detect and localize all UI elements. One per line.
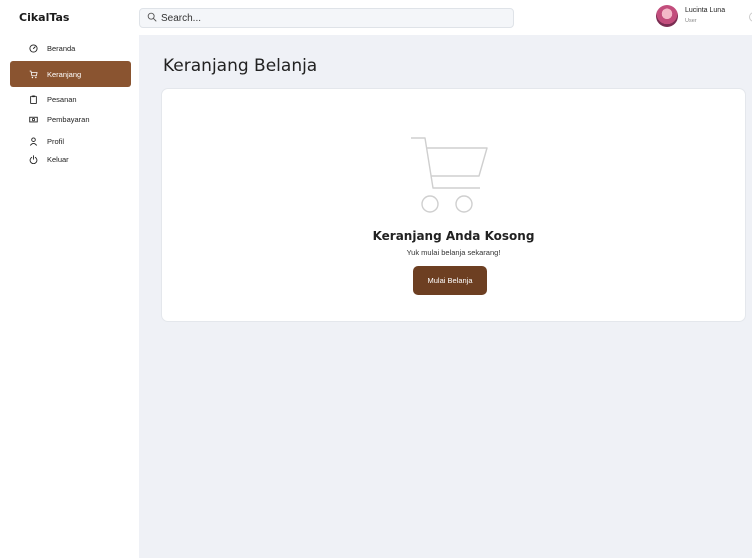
empty-cart-card: Keranjang Anda Kosong Yuk mulai belanja … [161, 88, 746, 322]
top-header: CikalTas Lucinta Luna User [0, 0, 752, 35]
sidebar-item-label: Keranjang [47, 69, 82, 79]
user-info: Lucinta Luna User [685, 6, 725, 26]
dashboard-icon [28, 43, 38, 53]
sidebar-item-keluar[interactable]: Keluar [10, 150, 131, 168]
sidebar-item-profil[interactable]: Profil [10, 132, 131, 150]
sidebar-item-label: Profil [47, 136, 65, 146]
sidebar-item-beranda[interactable]: Beranda [10, 39, 131, 57]
sidebar-item-pesanan[interactable]: Pesanan [10, 90, 131, 108]
user-role: User [685, 18, 697, 24]
user-menu[interactable]: Lucinta Luna User [656, 5, 752, 27]
search-icon [147, 9, 157, 27]
sidebar-item-label: Pesanan [47, 94, 77, 104]
sidebar-item-pembayaran[interactable]: Pembayaran [10, 110, 131, 128]
cash-icon [28, 114, 38, 124]
empty-state-title: Keranjang Anda Kosong [372, 229, 535, 243]
sidebar-item-label: Pembayaran [47, 114, 90, 124]
clipboard-icon [28, 94, 38, 104]
empty-state-subtitle: Yuk mulai belanja sekarang! [406, 248, 501, 257]
avatar[interactable] [656, 5, 678, 27]
start-shopping-button[interactable]: Mulai Belanja [413, 266, 487, 295]
sidebar-item-label: Beranda [47, 43, 76, 53]
brand-logo[interactable]: CikalTas [19, 11, 69, 24]
cart-icon [28, 69, 38, 79]
search-input[interactable] [161, 12, 501, 24]
sidebar-item-keranjang[interactable]: Keranjang [10, 61, 131, 87]
search-bar[interactable] [139, 8, 514, 28]
power-icon [28, 154, 38, 164]
user-name: Lucinta Luna [685, 7, 726, 14]
user-icon [28, 136, 38, 146]
sidebar-item-label: Keluar [47, 154, 69, 164]
main-content: Keranjang Belanja Keranjang Anda Kosong … [139, 35, 752, 558]
sidebar: Beranda Keranjang Pesanan Pembayaran Pro… [0, 35, 139, 558]
page-title: Keranjang Belanja [163, 56, 318, 76]
empty-cart-icon [411, 137, 488, 213]
